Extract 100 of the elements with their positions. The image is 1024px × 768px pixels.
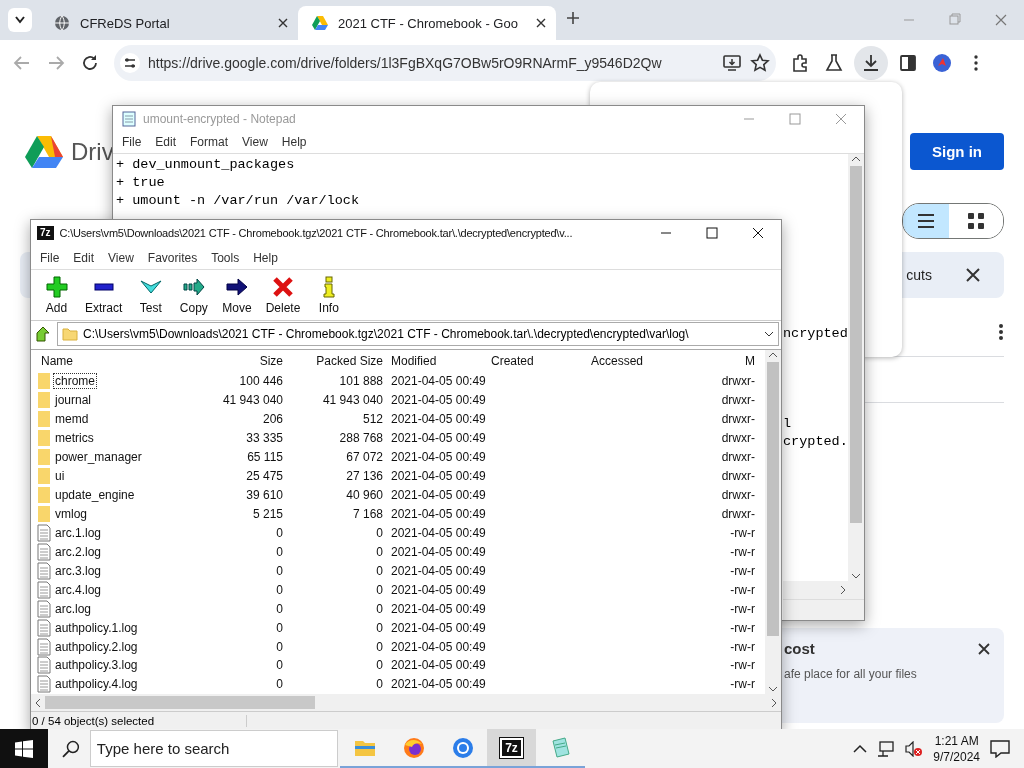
side-panel-icon[interactable] [898,53,918,73]
text-line: crypted. [783,433,848,451]
taskbar-app[interactable]: 7z [487,729,536,768]
toolbar-button[interactable]: Test [129,270,173,320]
globe-icon [54,15,70,31]
table-cell-text: 2021-04-05 00:49 [390,525,487,540]
table-cell-text: 0 [275,639,284,654]
menu-item[interactable]: File [33,247,67,268]
view-toggle-button[interactable] [903,204,949,238]
file-name[interactable]: arc.1.log [53,524,104,541]
table-cell-text: 2021-04-05 00:49 [390,582,487,597]
column-header[interactable]: Created [487,353,587,368]
notification-icon[interactable] [990,739,1010,758]
plus-icon[interactable] [566,11,580,25]
table-cell-text: 2021-04-05 00:49 [390,563,487,578]
search-field[interactable]: Type here to search [89,730,338,767]
network-icon[interactable] [877,740,896,757]
file-name[interactable]: arc.4.log [53,581,104,598]
file-name[interactable]: update_engine [53,487,137,504]
column-header[interactable]: Name [37,353,189,368]
file-name[interactable]: arc.log [53,600,94,617]
table-cell-text: -rw-r [729,601,756,616]
close-icon[interactable] [978,642,990,655]
file-name[interactable]: metrics [53,430,96,447]
browser-icon [451,736,474,759]
table-cell-text: 2021-04-05 00:49 [390,412,487,427]
file-name[interactable]: authpolicy.2.log [53,638,140,655]
avatar-icon[interactable] [932,53,952,73]
list-icon [916,211,936,231]
install-icon[interactable] [722,53,742,73]
menu-item[interactable]: Tools [204,247,247,268]
browser-tab[interactable]: 2021 CTF - Chromebook - Goo [298,6,556,40]
star-icon[interactable] [750,53,770,73]
column-header[interactable]: Modified [387,353,487,368]
chevron-up-icon[interactable] [853,743,868,754]
toolbar-button[interactable]: Extract [78,270,130,320]
file-name[interactable]: authpolicy.1.log [53,619,140,636]
file-name[interactable]: memd [53,411,91,428]
table-cell-text: -rw-r [729,620,756,635]
start-button[interactable] [0,729,48,768]
column-header[interactable]: Packed Size [287,353,387,368]
scrollbar[interactable] [31,694,781,711]
file-name[interactable]: vmlog [53,505,89,522]
scroll-thumb[interactable] [45,696,315,709]
menu-item[interactable]: Format [183,132,236,152]
menu-item[interactable]: Edit [148,132,184,152]
scroll-thumb[interactable] [767,362,779,636]
scroll-right-icon [840,585,846,595]
file-name[interactable]: authpolicy.4.log [53,676,140,693]
more-icon[interactable] [998,324,1004,340]
file-name[interactable]: chrome [53,373,97,390]
table-cell-text: 0 [275,563,284,578]
file-icon [37,542,51,561]
file-name[interactable]: arc.2.log [53,543,104,560]
column-header[interactable]: M [687,353,759,368]
scrollbar[interactable] [783,581,864,599]
sign-in-button[interactable]: Sign in [910,133,1004,170]
table-cell-text: 0 [375,639,384,654]
column-header[interactable]: Accessed [587,353,687,368]
clock[interactable]: 1:21 AM 9/7/2024 [933,732,980,765]
file-name[interactable]: journal [53,392,94,409]
file-name[interactable]: power_manager [53,449,144,466]
reload-icon[interactable] [80,53,100,73]
puzzle-icon[interactable] [790,53,810,73]
file-icon [37,523,51,542]
table-cell-text: -rw-r [729,677,756,692]
tab-search-button[interactable] [8,8,32,32]
close-icon[interactable] [536,18,546,28]
menu-item[interactable]: File [115,132,149,152]
flask-icon[interactable] [824,53,844,73]
menu-item[interactable]: View [101,247,141,268]
table-cell-text: 2021-04-05 00:49 [390,544,487,559]
menu-item[interactable]: Help [274,132,314,152]
toolbar-button[interactable]: Copy [172,270,216,320]
download-icon[interactable] [861,53,881,73]
browser-tab[interactable]: CFReDS Portal [40,6,298,40]
toolbar-button[interactable]: Info [307,270,351,320]
address-bar[interactable]: https://drive.google.com/drive/folders/1l3FgBXqG7OBw5rO9RNArmF_y9546D2Qw [114,45,776,81]
firefox-icon [402,736,425,759]
table-cell-text: 33 335 [245,431,284,446]
toolbar-button[interactable]: Add [35,270,78,320]
menu-item[interactable]: View [235,132,275,152]
scrollbar[interactable] [848,154,864,581]
scroll-thumb[interactable] [850,166,862,523]
menu-item[interactable]: Help [246,247,285,268]
scroll-down-icon [851,573,861,579]
scrollbar[interactable] [765,350,781,694]
path-field[interactable]: C:\Users\vm5\Downloads\2021 CTF - Chromebook.tgz\2021 CTF - Chromebook.tar\.\decrypted\encrypted\var\log\ [57,322,779,346]
column-header[interactable]: Size [189,353,287,368]
file-name[interactable]: ui [53,468,67,485]
volume-muted-icon[interactable] [905,740,924,757]
file-name[interactable]: authpolicy.3.log [53,657,140,674]
file-name[interactable]: arc.3.log [53,562,104,579]
table-cell-text: 288 768 [338,431,384,446]
toolbar-button[interactable]: Delete [258,270,308,320]
close-icon[interactable] [966,268,980,282]
menu-item[interactable]: Edit [66,247,102,268]
close-icon[interactable] [278,18,288,28]
toolbar-button[interactable]: Move [215,270,259,320]
menu-item[interactable]: Favorites [140,247,205,268]
